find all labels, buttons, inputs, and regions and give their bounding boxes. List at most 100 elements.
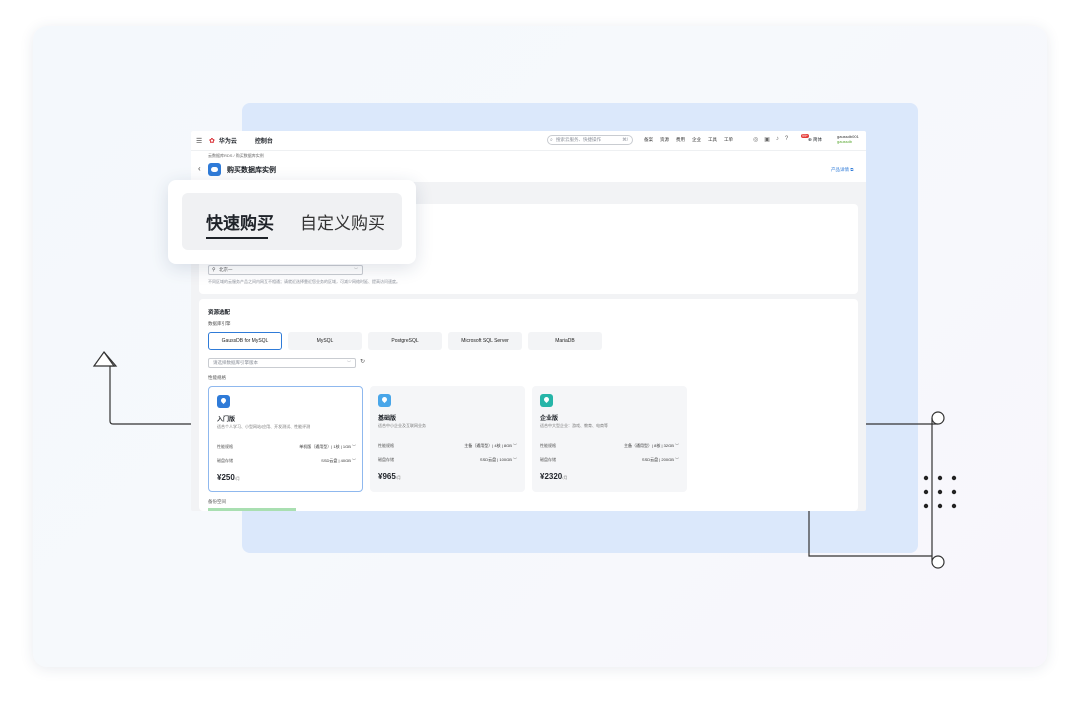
search-shortcut: ⌘/ [622,137,628,142]
top-link-filing[interactable]: 备案 [644,137,653,143]
plan-card-entry[interactable]: 入门版 适合个人学习、小型网站/应用、开发测试、性能评测 性能规格 单机版（通用… [208,386,363,492]
console-link[interactable]: 控制台 [255,136,273,145]
help-icon[interactable]: ? [785,136,788,143]
assistant-icon[interactable]: ◎ [753,136,758,143]
refresh-icon[interactable]: ↻ [360,358,365,365]
top-link-tools[interactable]: 工具 [708,137,717,143]
tab-group: 快速购买 自定义购买 [182,193,402,250]
plan-entry-icon [217,395,230,408]
location-pin-icon: ⚲ [212,267,216,273]
spec-key: 性能规格 [540,443,556,448]
disk-value[interactable]: SSD云盘 | 200GB ﹀ [642,457,679,463]
top-navbar: ☰ ✿ 华为云 控制台 ⌕ 搜索云服务、快捷操作 ⌘/ 备案 资源 费用 企业 … [191,131,866,150]
price-value: ¥2320 [540,472,563,481]
disk-value[interactable]: SSD云盘 | 100GB ﹀ [480,457,517,463]
engine-option-postgresql[interactable]: PostgreSQL [368,332,442,350]
plan-spec-row: 性能规格 主备（通用型）| 4核 | 8GB ﹀ [378,443,517,449]
huawei-logo-icon[interactable]: ✿ [209,137,215,145]
search-icon: ⌕ [550,137,553,143]
price-unit: /月 [395,475,401,480]
menu-icon[interactable]: ☰ [196,137,202,145]
engine-option-gaussdb[interactable]: GaussDB for MySQL [208,332,282,350]
bell-icon[interactable]: ♪ [776,136,779,143]
plan-basic-icon [378,394,391,407]
chevron-down-icon: ﹀ [347,360,351,365]
disk-key: 磁盘存储 [378,457,394,462]
language-label: 简体 [813,137,823,142]
spec-value[interactable]: 主备（通用型）| 4核 | 8GB ﹀ [464,443,517,449]
plan-disk-row: 磁盘存储 SSD云盘 | 100GB ﹀ [378,457,517,463]
account-menu[interactable]: gaussdb001 gaussdb [837,134,859,144]
spec-value-text: 单机版（通用型）| 1核 | 1GB [299,444,351,449]
disk-key: 磁盘存储 [217,458,233,463]
section-title: 资源选配 [208,310,231,316]
spec-key: 性能规格 [217,444,233,449]
plan-price: ¥2320/月 [540,472,567,481]
plan-options: 入门版 适合个人学习、小型网站/应用、开发测试、性能评测 性能规格 单机版（通用… [208,386,694,492]
disk-value[interactable]: SSD云盘 | 40GB ﹀ [321,458,356,464]
plan-disk-row: 磁盘存储 SSD云盘 | 200GB ﹀ [540,457,679,463]
tab-quick-buy[interactable]: 快速购买 [206,209,274,234]
database-cloud-icon [208,163,221,176]
version-placeholder: 请选择数据库引擎版本 [213,360,258,365]
spec-value-text: 主备（通用型）| 4核 | 8GB [464,443,512,448]
top-link-tickets[interactable]: 工单 [724,137,733,143]
disk-key: 磁盘存储 [540,457,556,462]
account-org: gaussdb [837,139,853,144]
region-value: 北京一 [219,267,233,272]
engine-option-sqlserver[interactable]: Microsoft SQL Server [448,332,522,350]
spec-value[interactable]: 单机版（通用型）| 1核 | 1GB ﹀ [299,444,356,450]
top-icons: ◎ ▣ ♪ ? [753,136,794,143]
top-link-resources[interactable]: 资源 [660,137,669,143]
plan-spec-row: 性能规格 单机版（通用型）| 1核 | 1GB ﹀ [217,444,356,450]
plan-desc: 适合个人学习、小型网站/应用、开发测试、性能评测 [217,424,311,429]
top-link-billing[interactable]: 费用 [676,137,685,143]
plan-card-basic[interactable]: 基础版 适合中小企业及互联网业务 性能规格 主备（通用型）| 4核 | 8GB … [370,386,525,492]
page-title: 购买数据库实例 [227,167,276,174]
engine-label: 数据库引擎 [208,321,231,326]
engine-option-mysql[interactable]: MySQL [288,332,362,350]
version-select[interactable]: 请选择数据库引擎版本 ﹀ [208,358,356,368]
product-details-link[interactable]: 产品详情 ⧉ [831,167,853,173]
plan-name: 企业版 [540,416,559,422]
plan-disk-row: 磁盘存储 SSD云盘 | 40GB ﹀ [217,458,356,464]
engine-options: GaussDB for MySQL MySQL PostgreSQL Micro… [208,332,608,350]
plan-price: ¥250/月 [217,473,240,482]
region-select[interactable]: ⚲ 北京一 ﹀ [208,265,363,275]
back-arrow-icon[interactable]: ‹ [198,164,201,173]
plan-spec-row: 性能规格 主备（通用型）| 8核 | 32GB ﹀ [540,443,679,449]
spec-value-text: 主备（通用型）| 8核 | 32GB [624,443,674,448]
disk-value-text: SSD云盘 | 100GB [479,457,512,462]
price-value: ¥965 [378,472,396,481]
disk-value-text: SSD云盘 | 40GB [321,458,351,463]
resource-config-section: 资源选配 数据库引擎 GaussDB for MySQL MySQL Postg… [199,299,858,511]
brand-name: 华为云 [218,139,237,145]
spec-key: 性能规格 [378,443,394,448]
top-links: 备案 资源 费用 企业 工具 工单 [644,137,740,143]
screen-icon[interactable]: ▣ [764,136,770,143]
price-unit: /月 [234,476,240,481]
price-unit: /月 [562,475,568,480]
price-value: ¥250 [217,473,235,482]
tab-custom-buy[interactable]: 自定义购买 [300,209,385,234]
plan-price: ¥965/月 [378,472,401,481]
plan-enterprise-icon [540,394,553,407]
engine-option-mariadb[interactable]: MariaDB [528,332,602,350]
product-details-label: 产品详情 [831,167,849,172]
search-placeholder: 搜索云服务、快捷操作 [556,137,601,142]
plan-name: 入门版 [217,417,236,423]
search-input[interactable]: ⌕ 搜索云服务、快捷操作 ⌘/ [547,135,633,145]
breadcrumb[interactable]: 云数据库RDS / 购买数据库实例 [208,153,264,159]
language-switch[interactable]: ⊕ 简体 [808,137,822,143]
spec-value[interactable]: 主备（通用型）| 8核 | 32GB ﹀ [624,443,679,449]
top-link-enterprise[interactable]: 企业 [692,137,701,143]
region-note: 不同区域的云服务产品之间内网互不相通；请就近选择靠近您业务的区域，可减少网络时延… [208,279,400,284]
backup-bar [208,508,296,511]
page-header: 云数据库RDS / 购买数据库实例 ‹ 购买数据库实例 产品详情 ⧉ [191,150,866,182]
plan-desc: 适合中小企业及互联网业务 [378,423,426,428]
plan-desc: 适合中大型企业：游戏、教育、电商等 [540,423,608,428]
spec-label: 性能规格 [208,375,226,380]
chevron-down-icon: ﹀ [354,267,358,272]
disk-value-text: SSD云盘 | 200GB [641,457,674,462]
plan-card-enterprise[interactable]: 企业版 适合中大型企业：游戏、教育、电商等 性能规格 主备（通用型）| 8核 |… [532,386,687,492]
